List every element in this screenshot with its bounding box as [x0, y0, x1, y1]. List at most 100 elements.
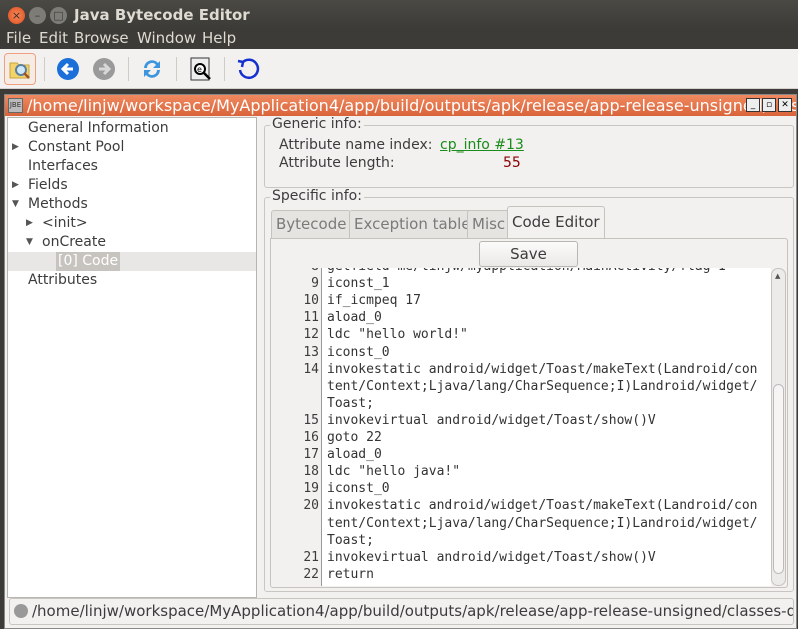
frame-minimize-button[interactable]: _ [746, 98, 760, 112]
generic-info-group: Generic info: Attribute name index: cp_i… [264, 116, 794, 188]
line-number: 15 [303, 412, 319, 428]
attribute-name-index-label: Attribute name index: [279, 137, 433, 153]
internal-frame: JBE /home/linjw/workspace/MyApplication4… [4, 94, 797, 629]
code-line: Toast; [327, 395, 374, 411]
code-line: tent/Context;Ljava/lang/CharSequence;I)L… [327, 378, 758, 394]
class-tree: General Information ▶ Constant Pool Interfa… [7, 117, 257, 598]
expand-arrow-icon[interactable]: ▶ [26, 214, 33, 233]
specific-info-label: Specific info: [270, 188, 364, 204]
tree-item[interactable]: ▼ Methods [8, 195, 256, 214]
tree-item[interactable]: Interfaces [8, 157, 256, 176]
forward-arrow-icon[interactable] [88, 53, 120, 85]
tree-item-label: onCreate [42, 234, 106, 250]
code-vertical-scrollbar[interactable]: ▲ [771, 268, 786, 586]
scroll-up-arrow-icon[interactable]: ▲ [775, 272, 780, 280]
tree-item[interactable]: [0] Code [8, 252, 256, 271]
menu-bar: File Edit Browse Window Help [0, 29, 798, 49]
tree-item-label: General Information [28, 120, 169, 136]
tab-bytecode[interactable]: Bytecode [271, 210, 352, 238]
code-line: iconst_0 [327, 344, 390, 360]
line-number: 10 [303, 293, 319, 309]
code-line: getfield me/linjw/myapplication/MainActi… [327, 268, 726, 274]
code-line: invokestatic android/widget/Toast/makeTe… [327, 498, 758, 514]
line-number: 11 [303, 310, 319, 326]
minimize-window-button[interactable]: – [29, 7, 46, 24]
tree-item-label: [0] Code [56, 252, 121, 271]
menu-window[interactable]: Window [137, 29, 196, 47]
tree-item[interactable]: General Information [8, 119, 256, 138]
status-bar: /home/linjw/workspace/MyApplication4/app… [9, 598, 794, 625]
code-line: Toast; [327, 532, 374, 548]
code-line: iconst_1 [327, 276, 390, 292]
expand-arrow-icon[interactable]: ▶ [12, 176, 19, 195]
line-number: 12 [303, 327, 319, 343]
tree-item-label: Methods [28, 196, 88, 212]
refresh-icon[interactable] [136, 53, 168, 85]
tab-misc[interactable]: Misc [467, 210, 511, 238]
code-line: if_icmpeq 17 [327, 293, 421, 309]
code-line: invokevirtual android/widget/Toast/show(… [327, 412, 656, 428]
line-number: 9 [311, 276, 319, 292]
menu-file[interactable]: File [6, 29, 31, 47]
line-number: 19 [303, 481, 319, 497]
tree-item-label: Attributes [28, 272, 98, 288]
scrollbar-thumb[interactable] [773, 384, 784, 574]
svg-text:e: e [197, 65, 202, 74]
code-line: ldc "hello world!" [327, 327, 468, 343]
attribute-name-index-link[interactable]: cp_info #13 [440, 137, 524, 153]
save-method-button[interactable]: Save method [479, 241, 578, 287]
collapse-arrow-icon[interactable]: ▼ [26, 233, 33, 252]
line-number: 21 [303, 549, 319, 565]
frame-close-button[interactable]: ✕ [778, 98, 792, 112]
close-window-button[interactable]: × [8, 7, 25, 24]
toolbar: e [0, 49, 798, 89]
line-number: 18 [303, 464, 319, 480]
tab-exception-table[interactable]: Exception table [349, 210, 476, 238]
tree-item[interactable]: ▶ <init> [8, 214, 256, 233]
line-number: 8 [271, 268, 319, 274]
tree-item[interactable]: ▶ Fields [8, 176, 256, 195]
jbe-icon: JBE [8, 98, 23, 113]
line-number: 17 [303, 447, 319, 463]
frame-title: /home/linjw/workspace/MyApplication4/app… [27, 96, 796, 115]
menu-help[interactable]: Help [202, 29, 236, 47]
collapse-arrow-icon[interactable]: ▼ [12, 195, 19, 214]
code-line: goto 22 [327, 430, 382, 445]
reload-icon[interactable] [232, 53, 264, 85]
open-folder-search-icon[interactable] [4, 53, 36, 85]
generic-info-label: Generic info: [270, 116, 364, 132]
line-number: 20 [303, 498, 319, 514]
frame-restore-button[interactable]: ▫ [762, 98, 776, 112]
line-number: 22 [303, 566, 319, 582]
tree-item[interactable]: Attributes [8, 271, 256, 290]
internal-frame-titlebar[interactable]: JBE /home/linjw/workspace/MyApplication4… [5, 95, 796, 116]
line-number: 14 [303, 361, 319, 377]
tree-item-label: Fields [28, 177, 68, 193]
file-icon [14, 604, 28, 618]
line-number: 13 [303, 344, 319, 360]
line-number: 16 [303, 430, 319, 445]
expand-arrow-icon[interactable]: ▶ [12, 138, 19, 157]
code-line: ldc "hello java!" [327, 464, 461, 480]
code-line: aload_0 [327, 447, 382, 463]
code-line: invokevirtual android/widget/Toast/show(… [327, 549, 656, 565]
tree-item[interactable]: ▶ Constant Pool [8, 138, 256, 157]
attribute-length-label: Attribute length: [279, 155, 395, 171]
tree-item-label: Constant Pool [28, 139, 125, 155]
code-line: iconst_0 [327, 481, 390, 497]
tree-item-label: <init> [42, 215, 88, 231]
tab-code-editor[interactable]: Code Editor [507, 206, 605, 239]
code-line: return [327, 566, 374, 582]
tree-item-label: Interfaces [28, 158, 98, 174]
code-editor[interactable]: 8 getfield me/linjw/myapplication/MainAct… [271, 268, 771, 586]
search-document-icon[interactable]: e [184, 53, 216, 85]
window-titlebar: × – □ Java Bytecode Editor [0, 0, 798, 29]
menu-browse[interactable]: Browse [74, 29, 129, 47]
tree-item[interactable]: ▼ onCreate [8, 233, 256, 252]
maximize-window-button[interactable]: □ [50, 7, 67, 24]
window-title: Java Bytecode Editor [74, 6, 250, 24]
back-arrow-icon[interactable] [52, 53, 84, 85]
menu-edit[interactable]: Edit [39, 29, 68, 47]
code-line: tent/Context;Ljava/lang/CharSequence;I)L… [327, 515, 758, 531]
status-path: /home/linjw/workspace/MyApplication4/app… [32, 602, 794, 620]
